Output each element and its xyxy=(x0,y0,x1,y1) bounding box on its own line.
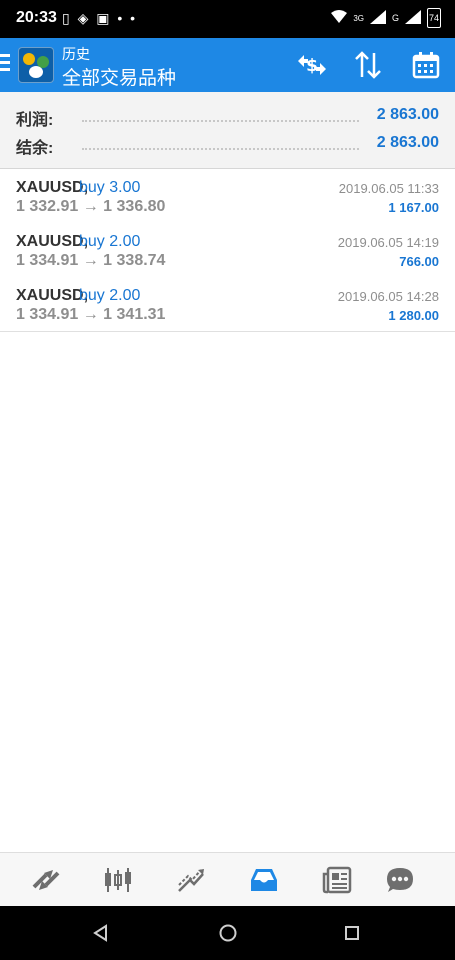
bottom-nav xyxy=(0,852,455,907)
trade-prices: 1 334.91 → 1 341.31 xyxy=(16,306,166,323)
page-title[interactable]: 全部交易品种 xyxy=(62,63,176,90)
trade-row[interactable]: XAUUSD, buy 2.00 1 334.91 → 1 341.31 201… xyxy=(0,277,455,332)
menu-icon[interactable] xyxy=(0,54,14,76)
wifi-icon xyxy=(331,9,348,27)
battery-icon: 74 xyxy=(427,8,441,28)
summary-panel: 利润: 2 863.00 结余: 2 863.00 xyxy=(0,92,455,169)
status-bar: 20:33 ▯ ◈ ▣ • • 3G G 74 xyxy=(0,0,455,38)
news-icon[interactable] xyxy=(317,861,357,899)
page-subtitle: 历史 xyxy=(62,46,90,62)
network-type-label: 3G xyxy=(353,13,364,23)
calendar-icon[interactable] xyxy=(410,50,442,80)
svg-text:$: $ xyxy=(306,56,318,76)
status-time: 20:33 xyxy=(16,9,57,26)
trade-symbol: XAUUSD, xyxy=(16,233,89,250)
trade-prices: 1 334.91 → 1 338.74 xyxy=(16,252,166,269)
sort-icon[interactable] xyxy=(352,50,384,80)
trade-time: 2019.06.05 14:19 xyxy=(337,235,439,250)
trade-side: buy 2.00 xyxy=(79,287,141,304)
trade-side: buy 2.00 xyxy=(79,233,141,250)
notification-icons: ▯ ◈ ▣ • • xyxy=(62,10,138,26)
trade-profit: 1 280.00 xyxy=(388,308,439,323)
balance-label: 结余: xyxy=(16,140,54,157)
dotted-leader xyxy=(82,120,359,122)
trade-prices: 1 332.91 → 1 336.80 xyxy=(16,198,166,215)
trade-profit: 766.00 xyxy=(399,254,439,269)
profit-value: 2 863.00 xyxy=(376,106,439,123)
signal-icon xyxy=(369,9,386,27)
system-nav-bar xyxy=(0,906,455,960)
status-right-icons: 3G G 74 xyxy=(331,8,441,28)
chart-icon[interactable] xyxy=(98,861,138,899)
trade-profit: 1 167.00 xyxy=(388,200,439,215)
dotted-leader xyxy=(82,148,359,150)
profit-label: 利润: xyxy=(16,112,54,129)
chat-icon[interactable] xyxy=(380,861,420,899)
recent-apps-icon[interactable] xyxy=(340,921,364,945)
balance-value: 2 863.00 xyxy=(376,134,439,151)
trade-side: buy 3.00 xyxy=(79,179,141,196)
profit-row: 利润: 2 863.00 xyxy=(0,104,455,132)
trade-time: 2019.06.05 14:28 xyxy=(337,289,439,304)
trade-symbol: XAUUSD, xyxy=(16,179,89,196)
trade-time: 2019.06.05 11:33 xyxy=(338,181,439,196)
app-logo[interactable] xyxy=(18,47,54,83)
trade-row[interactable]: XAUUSD, buy 3.00 1 332.91 → 1 336.80 201… xyxy=(0,169,455,224)
history-icon[interactable] xyxy=(244,861,284,899)
trade-row[interactable]: XAUUSD, buy 2.00 1 334.91 → 1 338.74 201… xyxy=(0,223,455,278)
trade-symbol: XAUUSD, xyxy=(16,287,89,304)
signal-type-label: G xyxy=(391,13,399,23)
back-icon[interactable] xyxy=(89,921,113,945)
signal-icon-2 xyxy=(405,9,421,27)
trade-icon[interactable] xyxy=(171,861,211,899)
balance-row: 结余: 2 863.00 xyxy=(0,132,455,160)
home-icon[interactable] xyxy=(216,921,240,945)
app-bar: 历史 全部交易品种 $ xyxy=(0,38,455,92)
quotes-icon[interactable] xyxy=(26,861,66,899)
currency-exchange-icon[interactable]: $ xyxy=(296,50,328,80)
